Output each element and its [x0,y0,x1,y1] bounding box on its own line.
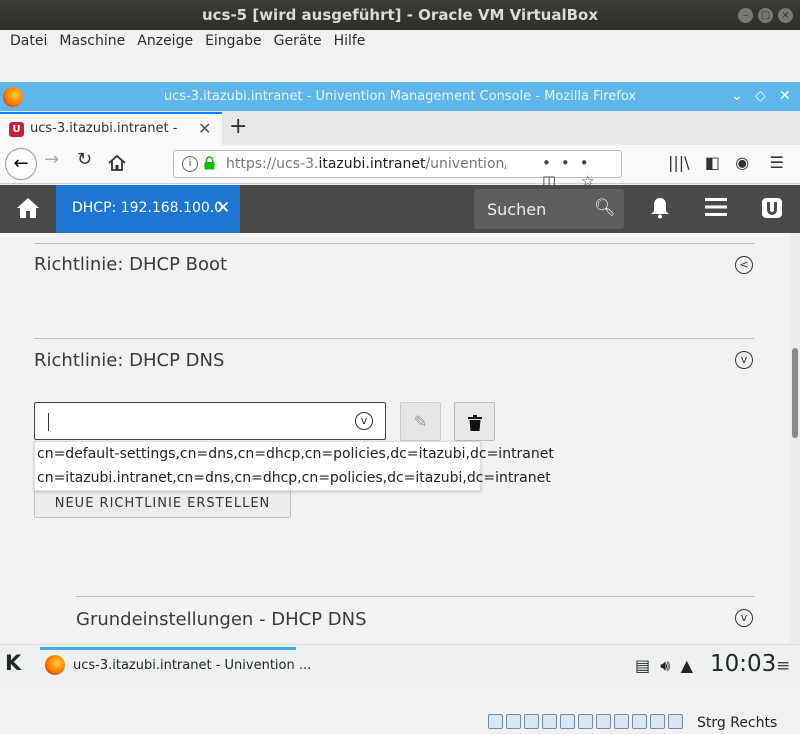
minimize-icon[interactable]: – [738,8,753,23]
menu-anzeige[interactable]: Anzeige [131,30,199,52]
section-divider [34,243,754,244]
menu-eingabe[interactable]: Eingabe [199,30,268,52]
notifications-bell-icon[interactable] [650,197,670,225]
expand-tray-icon[interactable]: ▲ [681,656,693,675]
sidebar-icon[interactable]: ◧ [705,153,720,172]
taskbar-item-label: ucs-3.itazubi.intranet - Univention ... [73,658,312,673]
firefox-logo-icon [3,87,23,107]
vbox-window-title: ucs-5 [wird ausgeführt] - Oracle VM Virt… [0,0,800,30]
univention-favicon-icon: U [9,122,24,137]
text-cursor [48,413,49,431]
univention-logo-icon[interactable] [761,197,783,225]
policy-dropdown-list: cn=default-settings,cn=dns,cn=dhcp,cn=po… [34,441,554,491]
firefox-toolbar-icons: |||\ ◧ ◉ ☰ [668,153,784,172]
network-icon[interactable] [542,714,557,729]
search-placeholder: Suchen [487,200,547,219]
clock[interactable]: 10:03 [710,651,776,677]
scrollbar-thumb[interactable] [792,348,798,438]
back-arrow-icon[interactable]: ← [5,148,37,180]
close-module-icon[interactable]: ✕ [216,198,230,218]
vbox-status-icons [488,714,686,732]
url-bar[interactable]: i https://ucs-3.itazubi.intranet/univent… [173,150,622,190]
panel-menu-icon[interactable]: ≡ [776,656,790,676]
section-title-dhcp-dns: Richtlinie: DHCP DNS [34,350,225,371]
vt-icon[interactable] [632,714,647,729]
library-icon[interactable]: |||\ [668,153,690,172]
umc-module-tab[interactable]: DHCP: 192.168.100.0 ✕ [56,185,240,233]
policy-select-input[interactable]: v [34,402,386,440]
more-actions-icon[interactable]: ••• [542,154,599,172]
browser-tab[interactable]: U ucs-3.itazubi.intranet - Univention Ma… [0,112,222,145]
edit-pencil-button[interactable]: ✎ [400,402,441,441]
new-policy-button[interactable]: NEUE RICHTLINIE ERSTELLEN [34,487,291,518]
url-text: https://ucs-3.itazubi.intranet/univentio… [226,156,506,172]
browser-tab-label: ucs-3.itazubi.intranet - Univention Mana… [30,121,180,136]
dropdown-option[interactable]: cn=default-settings,cn=dns,cn=dhcp,cn=po… [35,442,554,466]
menu-maschine[interactable]: Maschine [53,30,131,52]
optical-drive-icon[interactable] [506,714,521,729]
restore-icon[interactable]: ◇ [755,88,766,104]
vbox-spacer [0,52,800,82]
taskbar-item-firefox[interactable]: ucs-3.itazubi.intranet - Univention ... [40,647,311,681]
system-tray: ▤ 🔊︎ ▲ [635,656,693,676]
section-title-basic-settings: Grundeinstellungen - DHCP DNS [76,609,367,630]
info-icon[interactable]: i [182,156,198,172]
hdd-icon[interactable] [488,714,503,729]
new-tab-icon[interactable]: + [229,114,247,139]
dropdown-option[interactable]: cn=itazubi.intranet,cn=dns,cn=dhcp,cn=po… [35,466,551,490]
firefox-window-title: ucs-3.itazubi.intranet - Univention Mana… [0,82,800,111]
reload-icon[interactable]: ↻ [77,149,92,170]
firefox-icon [45,655,65,675]
scrollbar-track[interactable] [790,233,800,643]
vbox-menubar: Datei Maschine Anzeige Eingabe Geräte Hilfe [0,30,800,52]
search-icon[interactable]: 🔍︎ [594,198,616,218]
audio-icon[interactable] [524,714,539,729]
volume-icon[interactable]: 🔊︎ [660,656,670,675]
display-icon[interactable] [596,714,611,729]
close-tab-icon[interactable]: ✕ [198,119,211,138]
menu-datei[interactable]: Datei [4,30,53,52]
close-icon[interactable]: × [778,8,793,23]
recording-icon[interactable] [614,714,629,729]
delete-trash-button[interactable] [454,402,495,441]
section-divider [34,338,754,339]
dropdown-chevron-icon[interactable]: v [355,412,373,430]
umc-search-field[interactable]: Suchen 🔍︎ [474,189,624,229]
section-divider [76,596,754,597]
umc-menu-icon[interactable] [705,197,727,223]
host-key-label: Strg Rechts [697,715,778,731]
chevron-down-icon[interactable]: v [735,609,753,627]
usb-icon[interactable] [560,714,575,729]
mouse-icon[interactable] [650,714,665,729]
account-icon[interactable]: ◉ [735,153,749,172]
umc-content: Richtlinie: DHCP Boot < Richtlinie: DHCP… [0,233,790,643]
kde-launcher-icon[interactable]: K [5,651,21,675]
home-icon[interactable] [107,153,127,177]
menu-geraete[interactable]: Geräte [268,30,328,52]
keyboard-icon[interactable] [668,714,683,729]
clipboard-icon[interactable]: ▤ [635,656,650,675]
maximize-icon[interactable]: □ [758,8,773,23]
lock-icon [204,156,215,170]
chevron-down-icon[interactable]: v [735,351,753,369]
chevron-down-icon[interactable]: ⌄ [731,88,743,104]
shared-folder-icon[interactable] [578,714,593,729]
section-title-dhcp-boot: Richtlinie: DHCP Boot [34,254,228,275]
firefox-menu-icon[interactable]: ☰ [770,153,784,172]
menu-hilfe[interactable]: Hilfe [328,30,372,52]
forward-arrow-icon[interactable]: → [44,149,59,170]
close-icon[interactable]: ✕ [779,88,791,104]
umc-module-tab-label: DHCP: 192.168.100.0 [72,200,224,216]
chevron-left-icon[interactable]: < [735,256,753,274]
umc-home-icon[interactable] [16,196,40,220]
